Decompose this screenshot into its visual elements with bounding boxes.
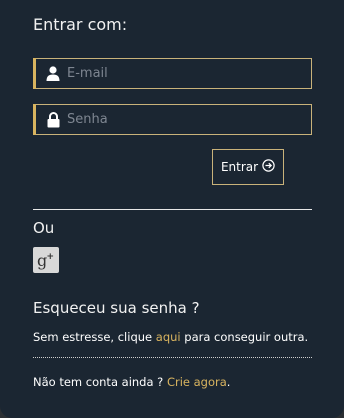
signup-link[interactable]: Crie agora (167, 375, 227, 389)
user-icon (45, 66, 61, 82)
password-field[interactable] (33, 104, 312, 135)
field-accent-bar (33, 104, 36, 135)
forgot-password-heading: Esqueceu sua senha ? (33, 299, 200, 317)
forgot-text-after: para conseguir outra. (180, 330, 309, 344)
signup-text: Não tem conta ainda ? Crie agora. (33, 374, 230, 390)
signup-text-before: Não tem conta ainda ? (33, 375, 167, 389)
arrow-right-circle-icon (262, 159, 275, 175)
field-accent-bar (33, 58, 36, 89)
lock-icon (45, 111, 61, 128)
forgot-text-before: Sem estresse, clique (33, 330, 156, 344)
signup-text-after: . (226, 375, 231, 389)
forgot-password-text: Sem estresse, clique aqui para conseguir… (33, 329, 308, 345)
submit-button[interactable]: Entrar (212, 149, 284, 185)
submit-button-label: Entrar (220, 160, 259, 174)
password-input[interactable] (67, 112, 287, 127)
forgot-password-link[interactable]: aqui (156, 330, 181, 344)
email-input[interactable] (67, 66, 287, 81)
divider (33, 209, 312, 210)
login-panel: Entrar com: Entrar Ou (0, 0, 344, 418)
login-heading: Entrar com: (33, 15, 128, 34)
social-separator-label: Ou (33, 219, 55, 237)
svg-text:+: + (47, 252, 55, 262)
email-field[interactable] (33, 58, 312, 89)
dotted-divider (33, 357, 312, 358)
google-plus-icon[interactable]: g + (33, 247, 59, 273)
